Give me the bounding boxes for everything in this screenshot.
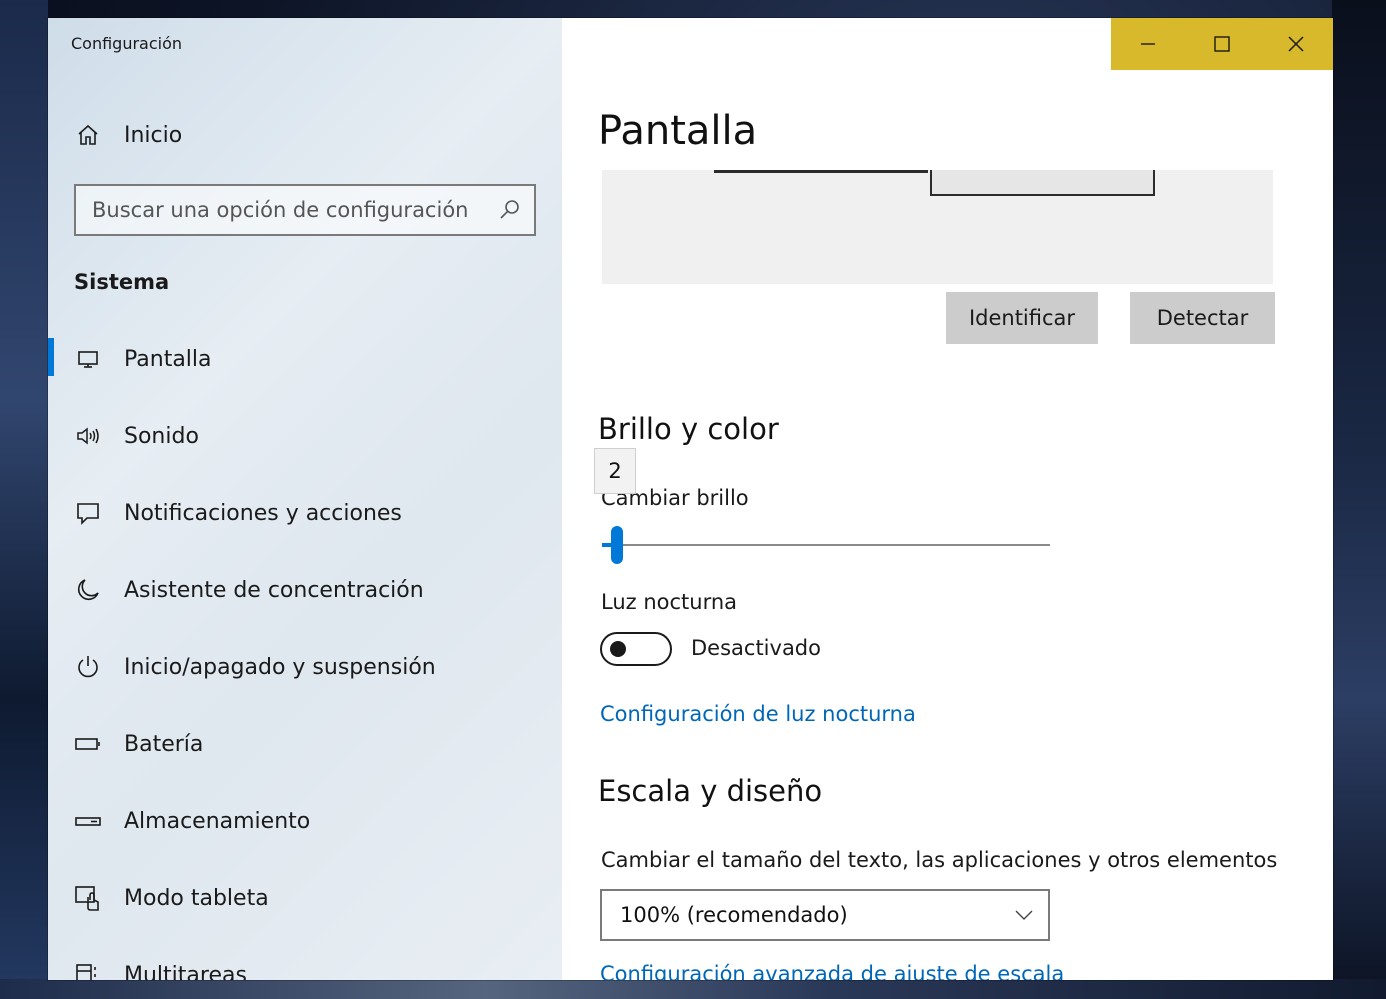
section-title-brightness: Brillo y color [598,412,779,446]
minimize-icon [1141,43,1155,45]
sidebar-item-storage[interactable]: Almacenamiento [48,795,562,847]
desktop-background-left [0,0,48,999]
night-light-label: Luz nocturna [601,590,738,614]
sidebar-item-label: Sonido [124,423,199,449]
close-button[interactable] [1259,18,1333,70]
speaker-icon [74,422,102,450]
sidebar-item-label: Almacenamiento [124,808,311,834]
monitor-1-preview[interactable] [714,170,928,173]
sidebar-item-label: Batería [124,731,204,757]
sidebar-item-label: Modo tableta [124,885,269,911]
chevron-down-icon [1014,907,1034,923]
monitor-2-preview[interactable] [930,170,1155,196]
sidebar-item-focus-assist[interactable]: Asistente de concentración [48,564,562,616]
sidebar-item-label: Notificaciones y acciones [124,500,402,526]
sidebar-item-battery[interactable]: Batería [48,718,562,770]
search-icon[interactable] [498,198,522,222]
toggle-knob [610,641,626,657]
maximize-button[interactable] [1185,18,1259,70]
sidebar: Configuración Inicio Sistema [48,18,562,980]
moon-icon [74,576,102,604]
brightness-slider-track[interactable] [602,544,1050,546]
sidebar-item-home[interactable]: Inicio [48,109,562,161]
search-box [74,184,536,236]
brightness-slider-fill [602,543,611,547]
sidebar-item-label: Pantalla [124,346,212,372]
settings-window: Configuración Inicio Sistema [48,18,1333,980]
night-light-state: Desactivado [691,636,821,660]
brightness-tooltip: 2 [594,448,636,494]
storage-icon [74,807,102,835]
advanced-scale-link[interactable]: Configuración avanzada de ajuste de esca… [600,962,1064,980]
night-light-settings-link[interactable]: Configuración de luz nocturna [600,702,916,726]
night-light-toggle[interactable] [600,632,672,666]
minimize-button[interactable] [1111,18,1185,70]
sidebar-item-multitasking[interactable]: Multitareas [48,949,562,980]
multitasking-icon [74,961,102,980]
close-icon [1288,36,1304,52]
section-title-scale: Escala y diseño [598,774,823,808]
sidebar-item-power[interactable]: Inicio/apagado y suspensión [48,641,562,693]
section-label-system: Sistema [74,270,170,294]
monitor-icon [74,345,102,373]
desktop-background-right [1332,0,1386,999]
sidebar-item-label: Inicio/apagado y suspensión [124,654,436,680]
app-title: Configuración [71,34,183,53]
sidebar-item-sound[interactable]: Sonido [48,410,562,462]
power-icon [74,653,102,681]
brightness-slider-thumb[interactable] [610,526,623,564]
detect-button[interactable]: Detectar [1130,292,1275,344]
home-icon [74,121,102,149]
sidebar-item-tablet-mode[interactable]: Modo tableta [48,872,562,924]
sidebar-item-label: Asistente de concentración [124,577,424,603]
identify-button[interactable]: Identificar [946,292,1098,344]
scale-select[interactable]: 100% (recomendado) [600,889,1050,941]
scale-label: Cambiar el tamaño del texto, las aplicac… [601,848,1278,872]
sidebar-item-label: Inicio [124,122,183,148]
battery-icon [74,730,102,758]
search-input[interactable] [92,186,482,234]
sidebar-item-notifications[interactable]: Notificaciones y acciones [48,487,562,539]
sidebar-item-label: Multitareas [124,962,247,981]
display-arrangement-preview [602,170,1273,284]
page-title: Pantalla [598,108,758,154]
window-controls [1111,18,1333,70]
sidebar-item-display[interactable]: Pantalla [48,333,562,385]
scale-select-value: 100% (recomendado) [620,903,848,927]
taskbar-strip [0,979,1386,999]
content-pane: Pantalla Identificar Detectar Brillo y c… [562,18,1333,980]
maximize-icon [1214,36,1230,52]
notification-icon [74,499,102,527]
tablet-mode-icon [74,884,102,912]
